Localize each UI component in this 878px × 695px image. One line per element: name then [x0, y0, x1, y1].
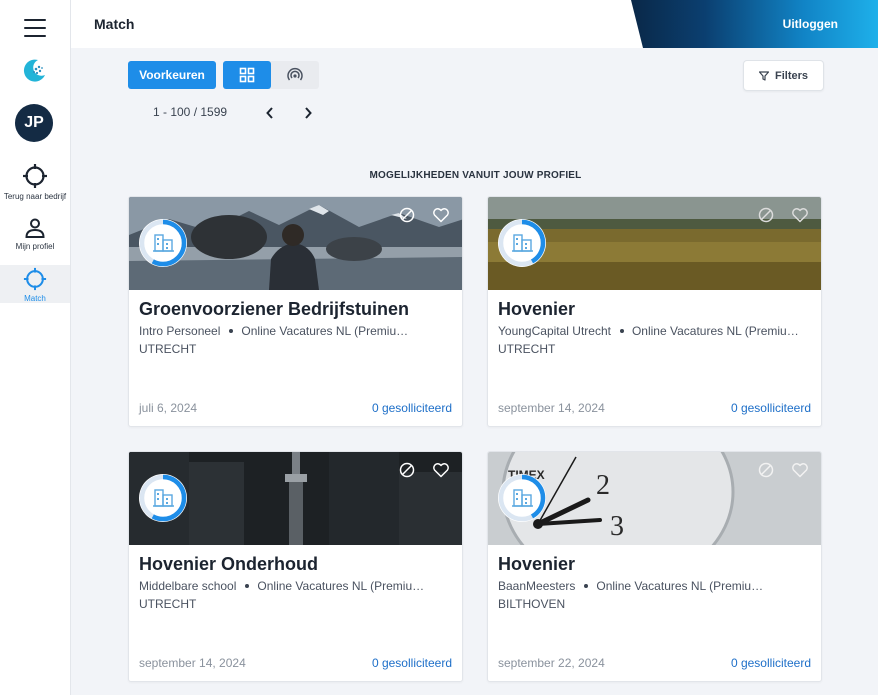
dismiss-button[interactable] — [398, 206, 416, 224]
sidebar-item-label: Mijn profiel — [15, 242, 55, 251]
sidebar-item-label: Match — [24, 294, 46, 303]
company-logo-icon — [139, 219, 187, 267]
favorite-button[interactable] — [791, 461, 809, 479]
header-gradient-band — [631, 0, 878, 48]
job-date: september 14, 2024 — [139, 656, 246, 670]
radar-view-button[interactable] — [271, 61, 319, 89]
logout-button[interactable]: Uitloggen — [783, 17, 838, 31]
avatar[interactable]: JP — [15, 104, 53, 142]
job-meta: YoungCapital Utrecht Online Vacatures NL … — [498, 324, 810, 338]
sidebar-item-label: Terug naar bedrijf — [3, 192, 67, 201]
job-card[interactable]: Hovenier YoungCapital Utrecht Online Vaca… — [487, 196, 822, 427]
job-title: Hovenier — [498, 554, 576, 574]
job-title: Groenvoorziener Bedrijfstuinen — [139, 299, 410, 319]
clock-number-2: 2 — [596, 470, 610, 501]
card-actions — [398, 206, 450, 224]
filter-icon — [758, 70, 769, 81]
sidebar-item-match[interactable]: Match — [0, 265, 70, 303]
preferences-button[interactable]: Voorkeuren — [128, 61, 216, 89]
person-icon — [25, 218, 45, 238]
page-title: Match — [94, 16, 135, 32]
menu-icon[interactable] — [24, 19, 46, 37]
favorite-button[interactable] — [432, 206, 450, 224]
chevron-right-icon — [305, 107, 312, 119]
job-source: Online Vacatures NL (Premiu… — [631, 324, 799, 338]
job-location: UTRECHT — [498, 342, 556, 356]
card-image: TIMEX 2 3 — [488, 452, 821, 545]
view-toggle — [223, 61, 319, 89]
job-title: Hovenier Onderhoud — [139, 554, 319, 574]
radar-view-icon — [287, 67, 303, 81]
heart-icon — [433, 208, 449, 223]
next-page-button[interactable] — [302, 106, 314, 120]
sidebar-item-mijn-profiel[interactable]: Mijn profiel — [0, 217, 70, 257]
company-name: YoungCapital Utrecht — [498, 324, 611, 338]
grid-view-button[interactable] — [223, 61, 271, 89]
sidebar-item-terug-naar-bedrijf[interactable]: Terug naar bedrijf — [0, 163, 70, 209]
crosshair-icon — [23, 164, 47, 188]
card-actions — [757, 461, 809, 479]
block-icon — [399, 207, 415, 223]
job-meta: BaanMeesters Online Vacatures NL (Premiu… — [498, 579, 810, 593]
job-card[interactable]: TIMEX 2 3 Hovenier BaanMee — [487, 451, 822, 682]
job-card[interactable]: Hovenier Onderhoud Middelbare school Onli… — [128, 451, 463, 682]
block-icon — [758, 207, 774, 223]
block-icon — [399, 462, 415, 478]
dismiss-button[interactable] — [757, 206, 775, 224]
applied-count-link[interactable]: 0 gesolliciteerd — [372, 656, 452, 670]
job-meta: Middelbare school Online Vacatures NL (Pr… — [139, 579, 451, 593]
grid-view-icon — [239, 67, 255, 83]
filters-label: Filters — [774, 69, 808, 82]
crosshair-icon — [23, 267, 47, 291]
job-date: september 22, 2024 — [498, 656, 605, 670]
heart-icon — [792, 208, 808, 223]
top-header: Match Uitloggen — [71, 0, 878, 48]
job-title: Hovenier — [498, 299, 576, 319]
dismiss-button[interactable] — [757, 461, 775, 479]
applied-count-link[interactable]: 0 gesolliciteerd — [731, 656, 811, 670]
company-logo-icon — [498, 219, 546, 267]
job-meta: Intro Personeel Online Vacatures NL (Prem… — [139, 324, 451, 338]
applied-count-link[interactable]: 0 gesolliciteerd — [372, 401, 452, 415]
job-location: UTRECHT — [139, 342, 197, 356]
job-source: Online Vacatures NL (Premiu… — [241, 324, 409, 338]
company-logo-icon — [139, 474, 187, 522]
heart-icon — [433, 463, 449, 478]
block-icon — [758, 462, 774, 478]
company-name: Middelbare school — [139, 579, 237, 593]
job-date: juli 6, 2024 — [139, 401, 198, 415]
pagination-range: 1 - 100 / 1599 — [153, 105, 228, 119]
job-source: Online Vacatures NL (Premiu… — [596, 579, 764, 593]
company-name: BaanMeesters — [498, 579, 576, 593]
company-name: Intro Personeel — [139, 324, 221, 338]
job-source: Online Vacatures NL (Premiu… — [257, 579, 425, 593]
heart-icon — [792, 463, 808, 478]
sidebar: JP Terug naar bedrijf Mijn profiel Match — [0, 0, 71, 695]
filters-button[interactable]: Filters — [743, 60, 824, 91]
card-actions — [757, 206, 809, 224]
favorite-button[interactable] — [432, 461, 450, 479]
job-date: september 14, 2024 — [498, 401, 605, 415]
card-actions — [398, 461, 450, 479]
company-logo-icon — [498, 474, 546, 522]
chevron-left-icon — [266, 107, 273, 119]
card-image — [129, 452, 462, 545]
job-location: BILTHOVEN — [498, 597, 566, 611]
job-location: UTRECHT — [139, 597, 197, 611]
card-image — [488, 197, 821, 290]
previous-page-button[interactable] — [264, 106, 276, 120]
logo-icon — [23, 59, 45, 82]
card-image — [129, 197, 462, 290]
clock-number-3: 3 — [610, 511, 624, 542]
section-title: MOGELIJKHEDEN VANUIT JOUW PROFIEL — [369, 170, 582, 181]
dismiss-button[interactable] — [398, 461, 416, 479]
job-card[interactable]: Groenvoorziener Bedrijfstuinen Intro Per… — [128, 196, 463, 427]
favorite-button[interactable] — [791, 206, 809, 224]
applied-count-link[interactable]: 0 gesolliciteerd — [731, 401, 811, 415]
